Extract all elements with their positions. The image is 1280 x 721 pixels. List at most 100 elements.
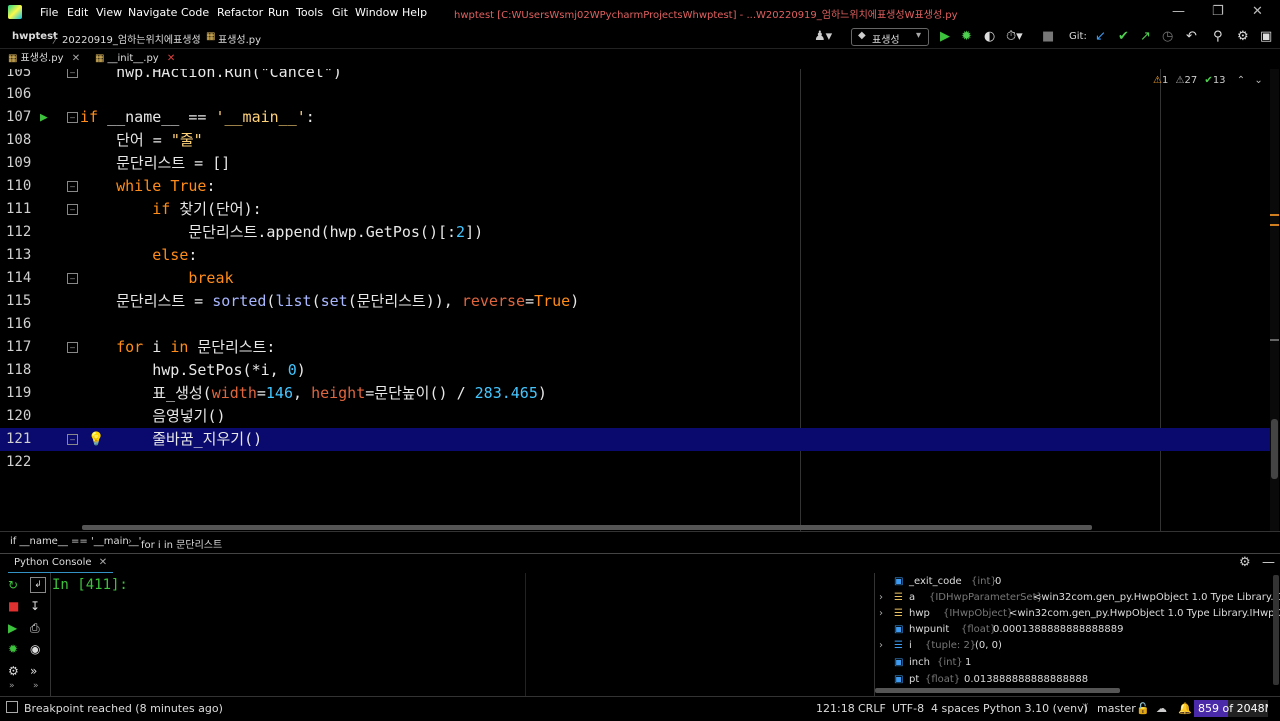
expand-icon[interactable]: ›	[879, 640, 883, 651]
debug-icon[interactable]: ✹	[8, 642, 18, 656]
memory-indicator[interactable]: 859 of 2048M	[1194, 700, 1268, 717]
warning-marker[interactable]	[1270, 214, 1279, 216]
line-number: 115	[6, 293, 32, 309]
fold-icon[interactable]: –	[67, 273, 78, 284]
user-icon[interactable]: ♟▾	[814, 29, 832, 44]
show-variables-icon[interactable]: ◉	[30, 642, 40, 656]
current-line: 121 💡 – 줄바꿈_지우기()	[0, 428, 1270, 451]
tab-main-file[interactable]: ▦ 표생성.py ✕	[8, 49, 86, 71]
run-config-select[interactable]: ◆ 표생성 ▾	[851, 28, 929, 46]
menu-file[interactable]: File	[40, 6, 58, 19]
variable-name: hwpunit	[909, 624, 950, 635]
rerun-icon[interactable]: ↻	[8, 578, 18, 592]
more-icon[interactable]: »	[9, 681, 15, 691]
minimize-panel-icon[interactable]: —	[1262, 555, 1275, 570]
file-encoding[interactable]: UTF-8	[892, 702, 924, 715]
code-text: 표_생성(width=146, height=문단높이() / 283.465)	[80, 384, 547, 402]
stop-icon[interactable]: ■	[1042, 29, 1054, 44]
print-icon[interactable]: ⎙	[30, 621, 40, 636]
lock-icon[interactable]: 🔓	[1136, 702, 1150, 715]
breadcrumb-project[interactable]: hwptest	[12, 31, 58, 42]
scroll-to-end-icon[interactable]: ↧	[30, 599, 40, 613]
menu-tools[interactable]: Tools	[296, 6, 323, 19]
expand-icon[interactable]: ›	[879, 608, 883, 619]
menu-navigate[interactable]: Navigate	[128, 6, 177, 19]
soft-wrap-icon[interactable]: ↲	[30, 577, 46, 593]
close-icon[interactable]: ✕	[72, 53, 80, 64]
line-number: 116	[6, 316, 32, 332]
variables-vertical-scrollbar[interactable]	[1273, 575, 1279, 685]
breadcrumb-if-main[interactable]: if __name__ == '__main__'	[10, 536, 141, 547]
gear-icon[interactable]: ⚙	[1239, 555, 1251, 570]
fold-icon[interactable]: –	[67, 434, 78, 445]
menu-run[interactable]: Run	[268, 6, 289, 19]
console-prompt[interactable]: In [411]:	[52, 577, 128, 593]
tab-init-file[interactable]: ▦ __init__.py ✕	[95, 49, 175, 69]
cloud-icon[interactable]: ☁	[1156, 702, 1167, 715]
menu-help[interactable]: Help	[402, 6, 427, 19]
variable-value: 0.0001388888888888889	[993, 624, 1124, 635]
python-file-icon: ▦	[95, 53, 105, 64]
fold-icon[interactable]: –	[67, 342, 78, 353]
rollback-icon[interactable]: ↶	[1186, 29, 1197, 44]
minimize-icon[interactable]: —	[1172, 4, 1185, 19]
tab-python-console[interactable]: Python Console ✕	[8, 554, 114, 574]
close-icon[interactable]: ✕	[167, 53, 175, 64]
variables-horizontal-scrollbar[interactable]	[875, 688, 1120, 693]
git-update-icon[interactable]: ↙	[1095, 29, 1106, 44]
caret-position[interactable]: 121:18	[816, 702, 855, 715]
git-branch[interactable]: master	[1097, 702, 1136, 715]
search-icon[interactable]: ⚲	[1213, 29, 1223, 44]
code-editor[interactable]: ⚠1 ⚠27 ✔13 ⌃ ⌄ 105 – hwp.HAction.Run("Ca…	[0, 69, 1280, 531]
indent-setting[interactable]: 4 spaces	[931, 702, 980, 715]
debug-icon[interactable]: ✹	[961, 29, 972, 44]
fold-icon[interactable]: –	[67, 69, 78, 78]
more-icon[interactable]: »	[33, 681, 39, 691]
menu-code[interactable]: Code	[181, 6, 209, 19]
expand-icon[interactable]: ›	[879, 592, 883, 603]
close-icon[interactable]: ✕	[1252, 4, 1263, 19]
fold-icon[interactable]: –	[67, 204, 78, 215]
close-icon[interactable]: ✕	[99, 557, 107, 568]
logo-icon[interactable]: ▣	[1260, 29, 1272, 44]
git-commit-icon[interactable]: ✔	[1118, 29, 1129, 44]
menu-edit[interactable]: Edit	[67, 6, 88, 19]
git-push-icon[interactable]: ↗	[1140, 29, 1151, 44]
editor-horizontal-scrollbar[interactable]	[82, 525, 1092, 530]
editor-vertical-scrollbar[interactable]	[1270, 69, 1279, 531]
breadcrumb-folder[interactable]: 20220919_엄하는위치에표생성	[62, 31, 201, 46]
git-label: Git:	[1069, 31, 1087, 42]
restore-icon[interactable]: ❐	[1212, 4, 1224, 19]
menu-view[interactable]: View	[96, 6, 122, 19]
history-icon[interactable]: »	[30, 664, 37, 678]
warning-marker[interactable]	[1270, 224, 1279, 226]
line-separator[interactable]: CRLF	[858, 702, 886, 715]
panel-toggle-icon[interactable]	[6, 701, 18, 713]
execute-icon[interactable]: ▶	[8, 621, 17, 635]
profile-icon[interactable]: ⏱▾	[1006, 29, 1023, 44]
gear-icon[interactable]: ⚙	[1237, 29, 1249, 44]
stop-icon[interactable]: ■	[8, 599, 19, 613]
fold-icon[interactable]: –	[67, 181, 78, 192]
menu-refactor[interactable]: Refactor	[217, 6, 263, 19]
gear-icon[interactable]: ⚙	[8, 664, 19, 678]
coverage-icon[interactable]: ◐	[984, 29, 995, 44]
breadcrumb-file[interactable]: 표생성.py	[218, 31, 261, 46]
run-gutter-icon[interactable]: ▶	[40, 106, 48, 129]
menu-window[interactable]: Window	[355, 6, 398, 19]
fold-icon[interactable]: –	[67, 112, 78, 123]
chevron-down-icon: ▾	[916, 30, 922, 41]
run-icon[interactable]: ▶	[940, 29, 950, 44]
variable-name: hwp	[909, 608, 930, 619]
scroll-thumb[interactable]	[1271, 419, 1278, 479]
variables-pane[interactable]: ▣ _exit_code {int} 0 › ☰ a {IDHwpParamet…	[874, 573, 1280, 696]
notifications-icon[interactable]: 🔔	[1178, 702, 1192, 715]
breadcrumb-for-loop[interactable]: for i in 문단리스트	[141, 536, 222, 551]
python-interpreter[interactable]: Python 3.10 (venv)	[983, 702, 1088, 715]
variable-name: i	[909, 640, 912, 651]
code-line: 114 – break	[0, 267, 1270, 290]
warning-marker[interactable]	[1270, 339, 1279, 341]
menu-git[interactable]: Git	[332, 6, 348, 19]
status-message[interactable]: Breakpoint reached (8 minutes ago)	[24, 702, 223, 715]
history-icon[interactable]: ◷	[1162, 29, 1173, 44]
